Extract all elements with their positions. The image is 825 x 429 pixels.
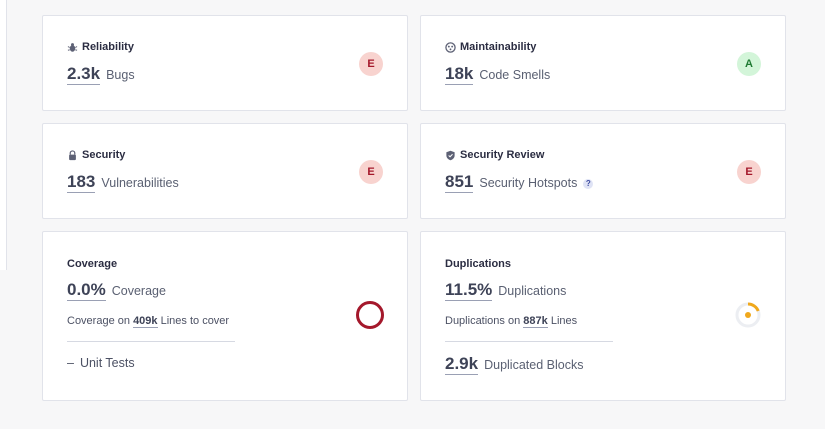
bug-icon (67, 42, 78, 52)
coverage-metric: 0.0% Coverage (67, 280, 166, 301)
coverage-label: Coverage (111, 284, 166, 298)
maintainability-metric: 18k Code Smells (445, 64, 550, 85)
coverage-lines-info: Coverage on 409k Lines to cover (67, 315, 230, 328)
maintainability-title[interactable]: Maintainability (445, 41, 536, 53)
lock-icon (69, 149, 76, 160)
security-review-title-label: Security Review (460, 149, 545, 161)
security-metric: 183 Vulnerabilities (67, 172, 179, 193)
duplicated-blocks-count-link[interactable]: 2.9k (445, 354, 479, 375)
vulnerabilities-count-link[interactable]: 183 (67, 172, 96, 193)
vulnerabilities-label: Vulnerabilities (101, 176, 179, 190)
security-review-metric: 851 Security Hotspots ? (445, 172, 594, 193)
maintainability-title-label: Maintainability (460, 41, 537, 53)
code-smells-label: Code Smells (479, 68, 551, 82)
reliability-title[interactable]: Reliability (67, 41, 134, 53)
security-review-title[interactable]: Security Review (445, 149, 544, 161)
maintainability-card: Maintainability 18k Code Smells A (420, 15, 786, 111)
reliability-title-label: Reliability (82, 41, 134, 53)
bugs-label: Bugs (106, 68, 135, 82)
hotspots-count-link[interactable]: 851 (445, 172, 474, 193)
duplications-lines-suffix: Lines (550, 315, 578, 327)
left-panel-edge (0, 0, 7, 270)
security-title[interactable]: Security (67, 149, 125, 161)
code-smells-count-link[interactable]: 18k (445, 64, 474, 85)
coverage-ring-icon (356, 301, 384, 329)
duplicated-blocks-metric: 2.9k Duplicated Blocks (445, 354, 583, 375)
maintainability-icon (445, 41, 456, 53)
security-review-rating-badge[interactable]: E (737, 160, 761, 184)
bugs-count-link[interactable]: 2.3k (67, 64, 101, 85)
duplications-label: Duplications (498, 284, 567, 298)
help-icon[interactable]: ? (583, 179, 594, 189)
reliability-metric: 2.3k Bugs (67, 64, 135, 85)
unit-tests-value: – (67, 356, 74, 370)
coverage-lines-suffix: Lines to cover (160, 315, 230, 327)
maintainability-rating-badge[interactable]: A (737, 52, 761, 76)
coverage-title[interactable]: Coverage (67, 258, 117, 270)
security-review-card: Security Review 851 Security Hotspots ? … (420, 123, 786, 219)
unit-tests-row: – Unit Tests (67, 356, 135, 370)
duplications-metric: 11.5% Duplications (445, 280, 566, 301)
lines-to-cover-link[interactable]: 409k (133, 315, 158, 328)
shield-icon (446, 150, 455, 160)
hotspots-label: Security Hotspots (479, 176, 578, 190)
coverage-lines-prefix: Coverage on (67, 315, 130, 327)
duplicated-blocks-label: Duplicated Blocks (484, 358, 584, 372)
duplication-gauge-icon (735, 302, 761, 328)
divider (445, 341, 613, 342)
coverage-percent-link[interactable]: 0.0% (67, 280, 106, 301)
unit-tests-label: Unit Tests (79, 356, 135, 370)
security-rating-badge[interactable]: E (359, 160, 383, 184)
coverage-card: Coverage 0.0% Coverage Coverage on 409k … (42, 231, 408, 401)
reliability-card: Reliability 2.3k Bugs E (42, 15, 408, 111)
duplications-lines-prefix: Duplications on (445, 315, 521, 327)
duplications-card: Duplications 11.5% Duplications Duplicat… (420, 231, 786, 401)
divider (67, 341, 235, 342)
security-card: Security 183 Vulnerabilities E (42, 123, 408, 219)
duplications-lines-info: Duplications on 887k Lines (445, 315, 578, 328)
reliability-rating-badge[interactable]: E (359, 52, 383, 76)
duplications-title[interactable]: Duplications (445, 258, 511, 270)
security-title-label: Security (82, 149, 126, 161)
duplications-percent-link[interactable]: 11.5% (445, 280, 493, 301)
duplicated-lines-link[interactable]: 887k (523, 315, 548, 328)
